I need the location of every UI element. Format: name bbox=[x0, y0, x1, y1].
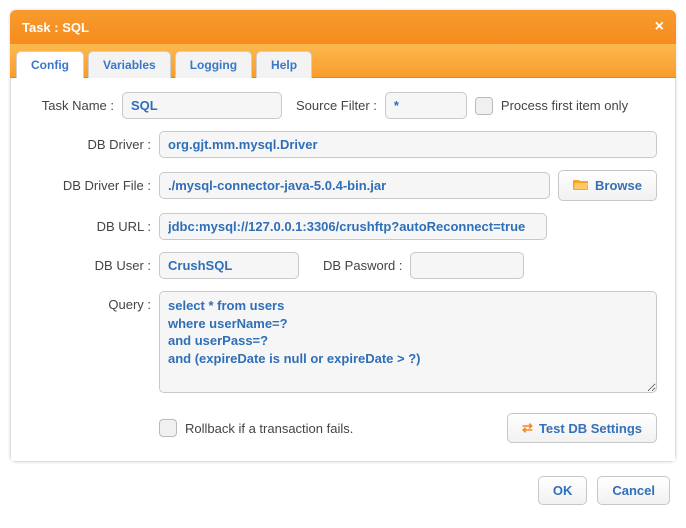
test-db-button[interactable]: ⇄ Test DB Settings bbox=[507, 413, 657, 443]
cancel-button[interactable]: Cancel bbox=[597, 476, 670, 505]
test-db-button-label: Test DB Settings bbox=[539, 421, 642, 436]
dialog-footer: OK Cancel bbox=[10, 462, 676, 509]
dialog-title: Task : SQL bbox=[22, 20, 89, 35]
tab-help[interactable]: Help bbox=[256, 51, 312, 78]
db-user-label: DB User : bbox=[29, 258, 151, 273]
tabbar: Config Variables Logging Help bbox=[10, 44, 676, 78]
db-url-label: DB URL : bbox=[29, 219, 151, 234]
db-password-label: DB Pasword : bbox=[323, 258, 402, 273]
source-filter-label: Source Filter : bbox=[296, 98, 377, 113]
browse-button-label: Browse bbox=[595, 178, 642, 193]
folder-icon bbox=[573, 177, 589, 194]
task-name-input[interactable] bbox=[122, 92, 282, 119]
rollback-label: Rollback if a transaction fails. bbox=[185, 421, 353, 436]
tab-config[interactable]: Config bbox=[16, 51, 84, 78]
db-password-input[interactable] bbox=[410, 252, 524, 279]
db-driver-label: DB Driver : bbox=[29, 137, 151, 152]
process-first-checkbox[interactable] bbox=[475, 97, 493, 115]
swap-icon: ⇄ bbox=[522, 420, 533, 436]
ok-button-label: OK bbox=[553, 483, 573, 498]
db-user-input[interactable] bbox=[159, 252, 299, 279]
rollback-checkbox[interactable] bbox=[159, 419, 177, 437]
cancel-button-label: Cancel bbox=[612, 483, 655, 498]
task-name-label: Task Name : bbox=[29, 98, 114, 113]
tab-variables[interactable]: Variables bbox=[88, 51, 171, 78]
query-textarea[interactable]: select * from users where userName=? and… bbox=[159, 291, 657, 393]
source-filter-input[interactable] bbox=[385, 92, 467, 119]
config-panel: Task Name : Source Filter : Process firs… bbox=[10, 78, 676, 462]
titlebar: Task : SQL × bbox=[10, 10, 676, 44]
db-url-input[interactable] bbox=[159, 213, 547, 240]
ok-button[interactable]: OK bbox=[538, 476, 588, 505]
db-driver-input[interactable] bbox=[159, 131, 657, 158]
browse-button[interactable]: Browse bbox=[558, 170, 657, 201]
db-driver-file-label: DB Driver File : bbox=[29, 178, 151, 193]
db-driver-file-input[interactable] bbox=[159, 172, 550, 199]
query-label: Query : bbox=[29, 291, 151, 312]
task-dialog: Task : SQL × Config Variables Logging He… bbox=[10, 10, 676, 462]
close-icon[interactable]: × bbox=[655, 18, 664, 36]
tab-logging[interactable]: Logging bbox=[175, 51, 252, 78]
process-first-label: Process first item only bbox=[501, 98, 628, 113]
